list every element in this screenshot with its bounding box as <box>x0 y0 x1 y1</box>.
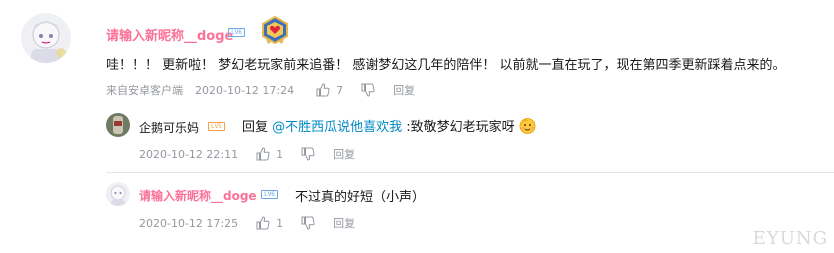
thumbs-up-icon <box>316 83 330 97</box>
like-count: 7 <box>336 83 344 97</box>
reply-username[interactable]: 请输入新昵称__doge <box>139 187 257 204</box>
mention-link[interactable]: @不胜西瓜说他喜欢我 <box>272 120 402 135</box>
comment-source: 来自安卓客户端 <box>106 84 183 97</box>
reply-meta: 2020-10-12 22:11 1 回复 <box>139 146 355 162</box>
thumbs-down-icon <box>301 147 315 161</box>
comment-text: 哇！！！ 更新啦！ 梦幻老玩家前来追番！ 感谢梦幻这几年的陪伴！ 以前就一直在玩… <box>106 58 786 73</box>
reply-button[interactable]: 回复 <box>333 215 355 231</box>
like-button[interactable]: 1 <box>256 147 283 161</box>
thumbs-down-icon <box>361 83 375 97</box>
reply-date: 2020-10-12 22:11 <box>139 147 239 161</box>
avatar[interactable] <box>106 182 130 206</box>
fan-medal-icon <box>262 15 288 45</box>
dislike-button[interactable] <box>301 216 315 230</box>
like-count: 1 <box>276 147 284 161</box>
watermark: EYUNG <box>752 228 828 249</box>
like-count: 1 <box>276 216 284 230</box>
dislike-button[interactable] <box>361 83 375 97</box>
thumbs-up-icon <box>256 147 270 161</box>
reply-prefix: 回复 <box>242 120 273 135</box>
reply-button[interactable]: 回复 <box>333 146 355 162</box>
comment-meta: 来自安卓客户端 2020-10-12 17:24 7 回复 <box>106 82 415 98</box>
comment-username[interactable]: 请输入新昵称__doge <box>106 25 233 44</box>
avatar[interactable] <box>106 113 130 137</box>
reply-text: 不过真的好短（小声） <box>295 190 426 205</box>
divider <box>106 172 834 173</box>
avatar[interactable] <box>21 13 71 63</box>
reply-text: 回复 @不胜西瓜说他喜欢我 :致敬梦幻老玩家呀 <box>242 116 536 135</box>
salute-emoji-icon <box>519 117 536 134</box>
like-button[interactable]: 7 <box>316 83 343 97</box>
level-badge: LV5 <box>208 122 225 131</box>
thumbs-up-icon <box>256 216 270 230</box>
level-badge: LV6 <box>261 190 278 199</box>
dislike-button[interactable] <box>301 147 315 161</box>
comment-date: 2020-10-12 17:24 <box>195 83 295 97</box>
reply-username[interactable]: 企鹅可乐妈 <box>139 119 199 136</box>
like-button[interactable]: 1 <box>256 216 283 230</box>
reply-meta: 2020-10-12 17:25 1 回复 <box>139 215 355 231</box>
reply-date: 2020-10-12 17:25 <box>139 216 239 230</box>
level-badge: LV6 <box>228 28 245 37</box>
reply-button[interactable]: 回复 <box>393 82 415 98</box>
thumbs-down-icon <box>301 216 315 230</box>
reply-content: :致敬梦幻老玩家呀 <box>402 120 515 135</box>
